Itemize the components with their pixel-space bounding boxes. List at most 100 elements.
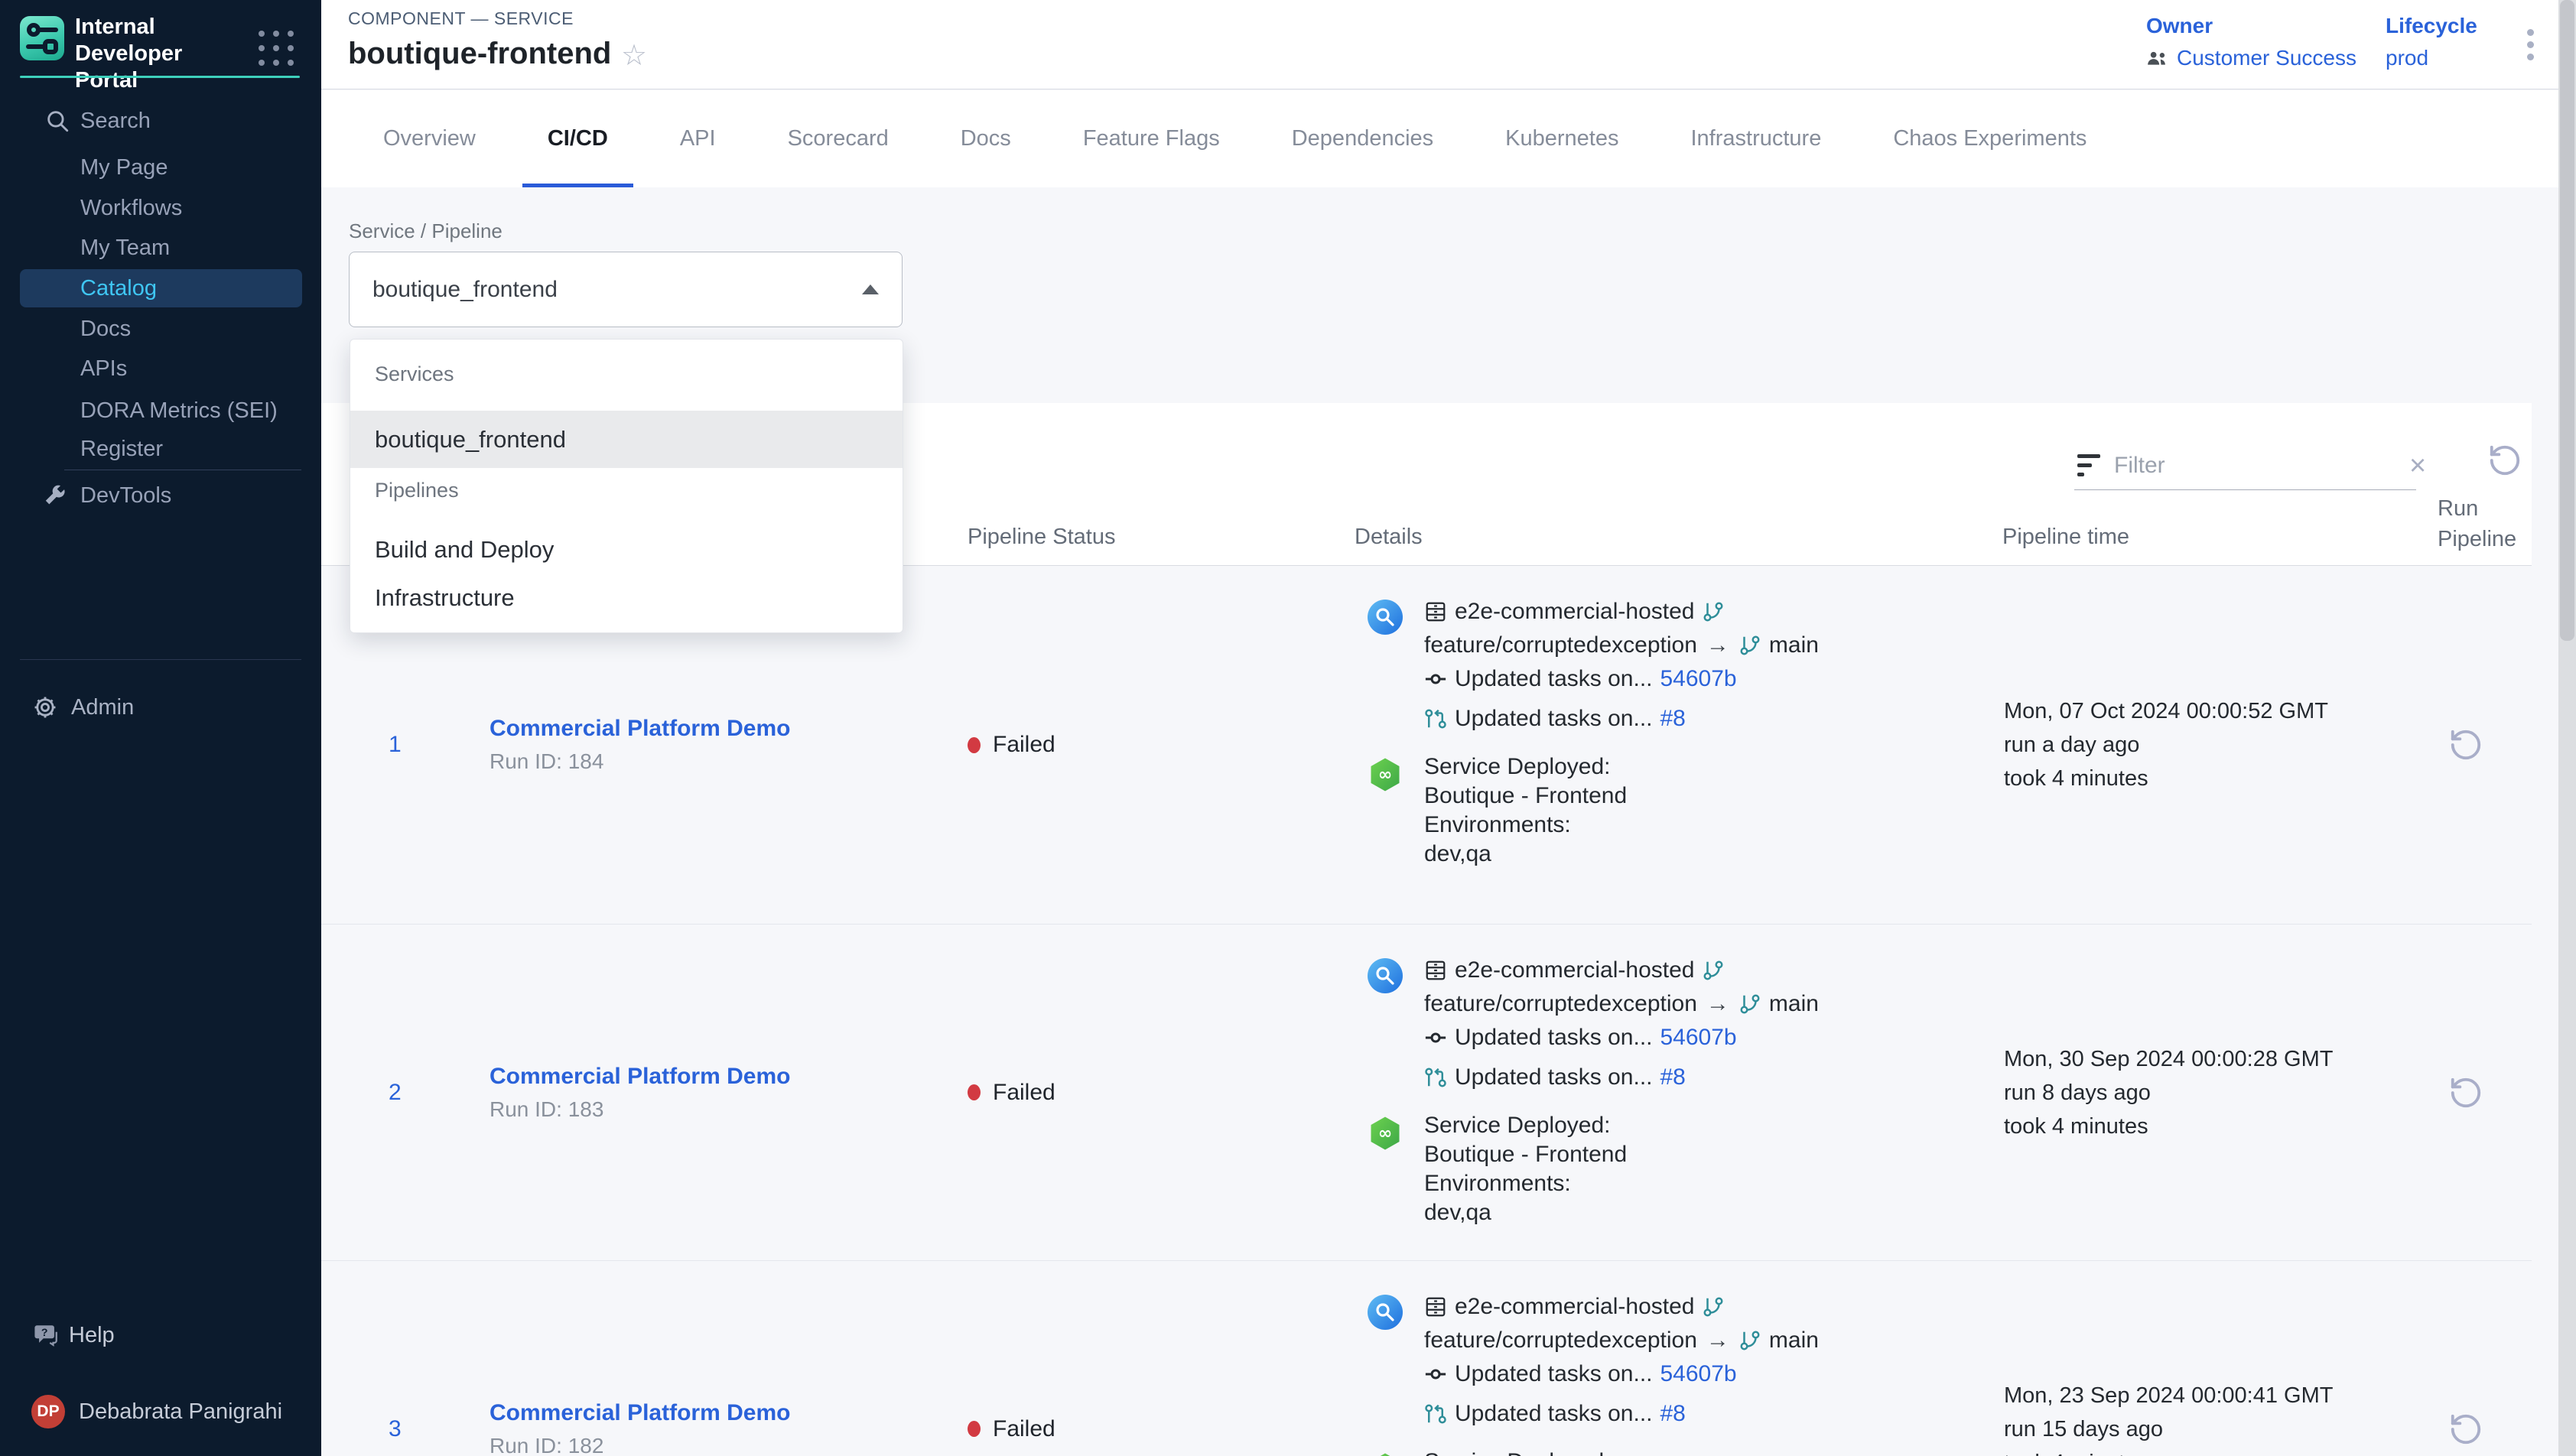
repo-name[interactable]: e2e-commercial-hosted	[1455, 1294, 1694, 1320]
tab-cicd[interactable]: CI/CD	[512, 90, 644, 187]
status-text: Failed	[993, 1080, 1055, 1106]
git-branch-icon	[1738, 1329, 1761, 1352]
column-header-pipeline-time: Pipeline time	[2002, 525, 2129, 550]
deploy-line: Boutique - Frontend	[1424, 1140, 1627, 1169]
sidebar-item-search[interactable]: Search	[0, 101, 321, 141]
repo-name[interactable]: e2e-commercial-hosted	[1455, 957, 1694, 983]
tab-feature-flags[interactable]: Feature Flags	[1047, 90, 1256, 187]
ci-stage-icon	[1368, 1295, 1403, 1330]
commit-sha-link[interactable]: 54607b	[1660, 666, 1737, 692]
tab-dependencies[interactable]: Dependencies	[1256, 90, 1469, 187]
sidebar-item-my-team[interactable]: My Team	[0, 228, 321, 268]
owner-block: Owner Customer Success	[2146, 14, 2356, 70]
svg-text:?: ?	[41, 1327, 48, 1339]
pipeline-link[interactable]: Commercial Platform Demo	[490, 1400, 968, 1426]
sidebar-item-devtools[interactable]: DevTools	[0, 476, 321, 515]
user-menu[interactable]: DP Debabrata Panigrahi	[0, 1392, 321, 1432]
deploy-line: Service Deployed:	[1424, 1448, 1627, 1456]
page-header: COMPONENT — SERVICE boutique-frontend ☆ …	[321, 0, 2576, 89]
help-chat-icon: ?	[34, 1322, 60, 1348]
dropdown-option-build-and-deploy[interactable]: Build and Deploy	[350, 528, 903, 570]
svg-text:∞: ∞	[1378, 765, 1392, 785]
tab-kubernetes[interactable]: Kubernetes	[1469, 90, 1654, 187]
entity-tabs: Overview CI/CD API Scorecard Docs Featur…	[321, 90, 2576, 187]
git-commit-icon	[1424, 668, 1447, 691]
cd-stage-icon: ∞	[1368, 1116, 1403, 1151]
commit-sha-link[interactable]: 54607b	[1660, 1361, 1737, 1387]
git-branch-icon	[1702, 1295, 1725, 1318]
status-text: Failed	[993, 732, 1055, 758]
pr-message: Updated tasks on...	[1455, 706, 1653, 732]
git-branch-icon	[1738, 634, 1761, 657]
pr-number-link[interactable]: #8	[1660, 706, 1686, 732]
favorite-star-icon[interactable]: ☆	[621, 38, 647, 73]
sidebar-item-docs[interactable]: Docs	[0, 309, 321, 349]
sidebar-item-dora-metrics[interactable]: DORA Metrics (SEI)	[0, 391, 321, 431]
tab-docs[interactable]: Docs	[925, 90, 1047, 187]
refresh-icon[interactable]	[2487, 443, 2522, 478]
run-pipeline-button[interactable]	[2448, 1075, 2483, 1110]
sidebar-item-help[interactable]: ? Help	[0, 1315, 321, 1355]
deploy-line: Environments:	[1424, 811, 1627, 840]
sidebar-item-my-page[interactable]: My Page	[0, 148, 321, 187]
more-options-icon[interactable]	[2515, 21, 2545, 67]
table-row: 2 Commercial Platform Demo Run ID: 183 F…	[321, 924, 2532, 1260]
sidebar-item-workflows[interactable]: Workflows	[0, 188, 321, 228]
pipeline-link[interactable]: Commercial Platform Demo	[490, 716, 968, 742]
source-branch: feature/corruptedexception	[1424, 1328, 1697, 1354]
deploy-line: Environments:	[1424, 1169, 1627, 1198]
sidebar-item-admin[interactable]: Admin	[0, 687, 321, 727]
service-pipeline-label: Service / Pipeline	[349, 219, 503, 243]
run-pipeline-button[interactable]	[2448, 1412, 2483, 1447]
admin-divider	[20, 659, 301, 660]
commit-message: Updated tasks on...	[1455, 1025, 1653, 1051]
scrollbar-thumb[interactable]	[2560, 0, 2574, 641]
pr-message: Updated tasks on...	[1455, 1401, 1653, 1427]
status-text: Failed	[993, 1416, 1055, 1442]
pull-request-icon	[1424, 707, 1447, 730]
user-name: Debabrata Panigrahi	[79, 1399, 282, 1425]
dropdown-group-services: Services	[375, 362, 454, 386]
clear-filter-icon[interactable]: ×	[2409, 451, 2426, 480]
deploy-line: Boutique - Frontend	[1424, 782, 1627, 811]
deploy-line: dev,qa	[1424, 1198, 1627, 1227]
search-icon	[44, 108, 70, 134]
lifecycle-block: Lifecycle prod	[2386, 14, 2477, 70]
filter-input[interactable]	[2114, 453, 2409, 479]
tab-chaos-experiments[interactable]: Chaos Experiments	[1857, 90, 2122, 187]
deploy-line: dev,qa	[1424, 840, 1627, 869]
user-avatar: DP	[31, 1395, 65, 1428]
service-pipeline-select[interactable]: boutique_frontend	[349, 252, 903, 327]
tab-overview[interactable]: Overview	[347, 90, 512, 187]
arrow-right-icon: →	[1706, 632, 1729, 658]
pipeline-link[interactable]: Commercial Platform Demo	[490, 1064, 968, 1090]
status-dot-failed	[968, 1084, 981, 1100]
tab-infrastructure[interactable]: Infrastructure	[1654, 90, 1857, 187]
app-logo[interactable]	[20, 16, 64, 60]
tab-api[interactable]: API	[644, 90, 752, 187]
vertical-scrollbar[interactable]	[2558, 0, 2576, 1456]
sidebar-item-register[interactable]: Register	[0, 429, 321, 469]
pull-request-icon	[1424, 1402, 1447, 1425]
sidebar-item-catalog[interactable]: Catalog	[20, 269, 302, 307]
cicd-content: Service / Pipeline boutique_frontend × P…	[321, 187, 2576, 1456]
gear-icon	[32, 694, 58, 720]
commit-sha-link[interactable]: 54607b	[1660, 1025, 1737, 1051]
repo-name[interactable]: e2e-commercial-hosted	[1455, 599, 1694, 625]
dropdown-option-infrastructure[interactable]: Infrastructure	[350, 577, 903, 619]
filter-icon	[2077, 454, 2100, 477]
dropdown-option-boutique-frontend[interactable]: boutique_frontend	[350, 411, 903, 468]
column-header-pipeline-status: Pipeline Status	[968, 525, 1115, 550]
run-pipeline-button[interactable]	[2448, 727, 2483, 762]
selected-service: boutique_frontend	[372, 277, 862, 303]
pr-number-link[interactable]: #8	[1660, 1401, 1686, 1427]
app-switcher-icon[interactable]	[255, 28, 297, 69]
tab-scorecard[interactable]: Scorecard	[752, 90, 925, 187]
pr-number-link[interactable]: #8	[1660, 1064, 1686, 1090]
source-branch: feature/corruptedexception	[1424, 991, 1697, 1017]
cd-stage-icon: ∞	[1368, 1452, 1403, 1456]
repository-icon	[1424, 959, 1447, 982]
owner-link[interactable]: Customer Success	[2177, 46, 2356, 70]
target-branch: main	[1769, 632, 1819, 658]
sidebar-item-apis[interactable]: APIs	[0, 349, 321, 388]
